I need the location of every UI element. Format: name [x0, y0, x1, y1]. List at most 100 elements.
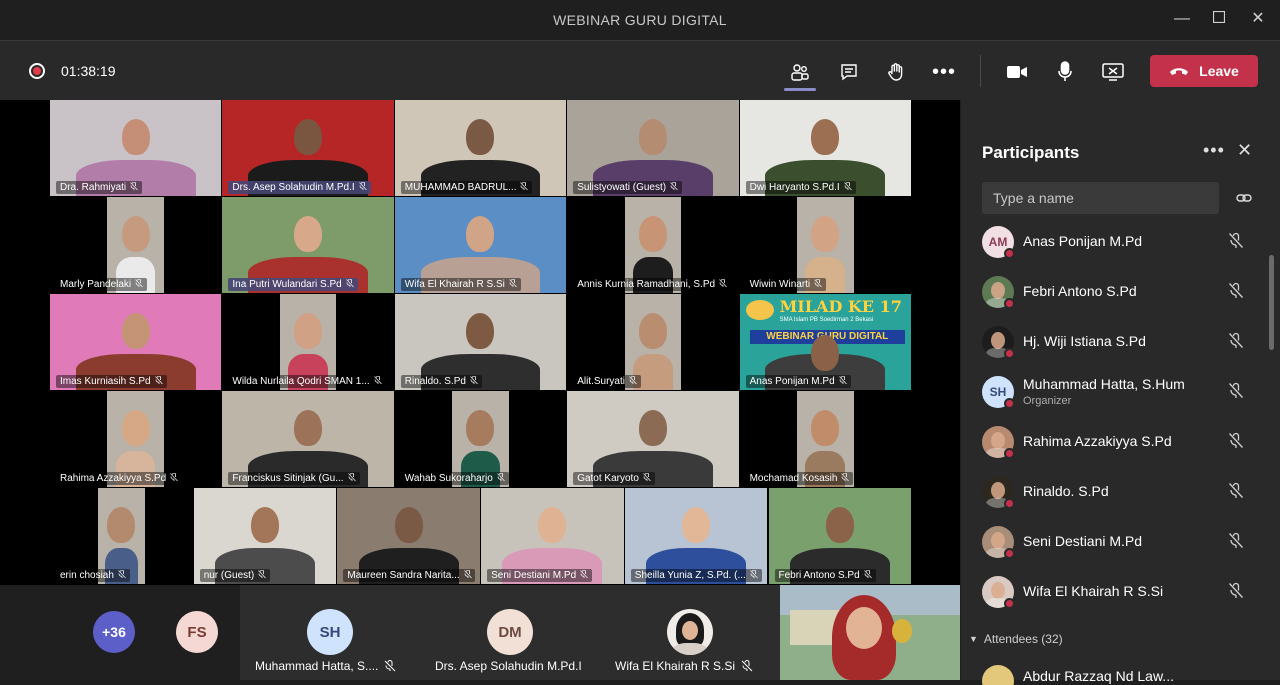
strip-tile-asep[interactable]: DM Drs. Asep Solahudin M.Pd.I	[420, 585, 600, 680]
participant-name: Annis Kurnia Ramadhani, S.Pd	[577, 279, 716, 290]
participant-name: Mochamad Kosasih	[749, 473, 838, 484]
video-tile[interactable]: Imas Kurniasih S.Pd	[50, 294, 222, 390]
mic-muted-icon	[470, 375, 478, 387]
participant-name: Imas Kurniasih S.Pd	[60, 376, 151, 387]
video-tile[interactable]: Alit.Suryati	[567, 294, 739, 390]
video-tile[interactable]: Wilda Nurlaila Qodri SMAN 1...	[222, 294, 394, 390]
video-tile[interactable]: Rahima Azzakiyya S.Pd	[50, 391, 222, 487]
self-video-preview[interactable]	[780, 585, 960, 680]
close-window-icon[interactable]: ✕	[1248, 9, 1268, 29]
participant-row[interactable]: Wifa El Khairah R S.Si	[982, 566, 1267, 616]
attendees-section-header[interactable]: ▼ Attendees (32)	[969, 632, 1063, 646]
participant-name-tag: Dwi Haryanto S.Pd.I	[745, 181, 856, 194]
strip-tile-muhammad-hatta[interactable]: SH Muhammad Hatta, S....	[240, 585, 420, 680]
video-tile[interactable]: Ina Putri Wulandari S.Pd	[222, 197, 394, 293]
mic-muted-icon[interactable]	[1228, 582, 1244, 605]
minimize-icon[interactable]: —	[1172, 9, 1192, 29]
mic-muted-icon[interactable]	[1228, 282, 1244, 305]
participant-name: erin chosiah	[60, 570, 114, 581]
overflow-count-badge[interactable]: +36	[93, 611, 135, 653]
participant-name: Wilda Nurlaila Qodri SMAN 1...	[232, 376, 370, 387]
banner-heading: MILAD KE 17	[779, 297, 902, 316]
microphone-icon[interactable]	[1051, 58, 1079, 86]
participant-row[interactable]: SH Muhammad Hatta, S.Hum Organizer	[982, 366, 1267, 416]
panel-close-icon[interactable]: ✕	[1237, 140, 1252, 161]
participant-name-tag: Maureen Sandra Narita...	[343, 569, 475, 582]
mic-muted-icon	[463, 569, 472, 581]
participant-name: Hj. Wiji Istiana S.Pd	[1023, 333, 1146, 349]
mic-muted-icon	[135, 278, 143, 290]
mic-muted-icon	[520, 181, 529, 193]
mic-muted-icon[interactable]	[1228, 482, 1244, 505]
video-tile[interactable]: Wiwin Winarti	[739, 197, 911, 293]
participant-name-tag: Rinaldo. S.Pd	[400, 375, 482, 388]
chat-icon[interactable]	[835, 58, 863, 86]
raise-hand-icon[interactable]	[882, 58, 910, 86]
share-screen-icon[interactable]	[1099, 58, 1127, 86]
mic-muted-icon	[580, 569, 588, 581]
video-tile[interactable]: Dra. Rahmiyati	[50, 100, 222, 196]
mic-muted-icon	[629, 375, 637, 387]
participant-row[interactable]: Seni Destiani M.Pd	[982, 516, 1267, 566]
avatar	[667, 609, 713, 655]
participant-name: Franciskus Sitinjak (Gu...	[232, 473, 344, 484]
video-tile[interactable]: Wifa El Khairah R S.Si	[394, 197, 567, 293]
video-tile[interactable]: Mochamad Kosasih	[739, 391, 911, 487]
mic-muted-icon[interactable]	[1228, 432, 1244, 455]
share-invite-link-icon[interactable]	[1236, 190, 1252, 211]
video-tile[interactable]: Annis Kurnia Ramadhani, S.Pd	[567, 197, 739, 293]
participant-name-tag: Rahima Azzakiyya S.Pd	[56, 472, 183, 485]
video-tile[interactable]: Marly Pandelaki	[50, 197, 222, 293]
maximize-icon[interactable]	[1209, 9, 1229, 29]
participant-name: Ina Putri Wulandari S.Pd	[232, 279, 342, 290]
video-tile[interactable]: Franciskus Sitinjak (Gu...	[222, 391, 394, 487]
presence-busy-icon	[1004, 398, 1015, 409]
video-tile[interactable]: Rinaldo. S.Pd	[394, 294, 567, 390]
participant-name-tag: erin chosiah	[56, 569, 130, 582]
mic-muted-icon	[347, 472, 356, 484]
video-tile[interactable]: Sulistyowati (Guest)	[567, 100, 739, 196]
hangup-icon	[1170, 68, 1189, 75]
meeting-timer: 01:38:19	[61, 63, 116, 79]
video-tile[interactable]: Sheilla Yunia Z, S.Pd. (...	[624, 488, 768, 584]
mic-muted-icon[interactable]	[1228, 332, 1244, 355]
leave-button[interactable]: Leave	[1150, 55, 1258, 87]
camera-icon[interactable]	[1003, 58, 1031, 86]
participant-name: Dwi Haryanto S.Pd.I	[749, 182, 840, 193]
participant-search-input[interactable]	[982, 182, 1219, 214]
video-tile[interactable]: Wahab Sukoraharjo	[394, 391, 567, 487]
panel-more-icon[interactable]: •••	[1203, 140, 1225, 161]
participant-row[interactable]: Febri Antono S.Pd	[982, 266, 1267, 316]
mic-muted-icon[interactable]	[1228, 382, 1244, 405]
video-tile[interactable]: Febri Antono S.Pd	[768, 488, 912, 584]
participant-row[interactable]: Rinaldo. S.Pd	[982, 466, 1267, 516]
video-tile[interactable]: MUHAMMAD BADRUL...	[394, 100, 567, 196]
video-tile[interactable]: Maureen Sandra Narita...	[337, 488, 481, 584]
participant-row[interactable]: Rahima Azzakiyya S.Pd	[982, 416, 1267, 466]
mic-muted-icon	[749, 569, 758, 581]
video-tile[interactable]: Drs. Asep Solahudin M.Pd.I	[222, 100, 394, 196]
mic-muted-icon	[154, 375, 163, 387]
mic-muted-icon	[741, 660, 753, 672]
video-tile[interactable]: erin chosiah	[50, 488, 193, 584]
video-tile[interactable]: nur (Guest)	[193, 488, 337, 584]
video-tile[interactable]: Dwi Haryanto S.Pd.I	[739, 100, 911, 196]
strip-tile-wifa[interactable]: Wifa El Khairah R S.Si	[600, 585, 780, 680]
mic-muted-icon	[670, 181, 678, 193]
more-icon[interactable]: •••	[930, 58, 958, 86]
mic-muted-icon[interactable]	[1228, 532, 1244, 555]
participant-row-partial[interactable]: Abdur Razzaq Nd Law...	[982, 665, 1267, 685]
video-tile[interactable]: Seni Destiani M.Pd	[481, 488, 624, 584]
meeting-toolbar: 01:38:19 ••• Leave	[0, 40, 1280, 100]
mic-muted-icon	[843, 181, 852, 193]
participant-row[interactable]: Hj. Wiji Istiana S.Pd	[982, 316, 1267, 366]
video-tile[interactable]: Gatot Karyoto	[567, 391, 739, 487]
mic-muted-icon	[170, 472, 179, 484]
participant-name-tag: Imas Kurniasih S.Pd	[56, 375, 167, 388]
avatar-fs[interactable]: FS	[176, 611, 218, 653]
video-tile[interactable]: MILAD KE 17 SMA Islam PB Soedirman 2 Beka…	[739, 294, 911, 390]
people-icon[interactable]	[786, 58, 814, 86]
mic-muted-icon[interactable]	[1228, 232, 1244, 255]
participant-row[interactable]: AM Anas Ponijan M.Pd	[982, 216, 1267, 266]
panel-scrollbar[interactable]	[1269, 255, 1274, 350]
